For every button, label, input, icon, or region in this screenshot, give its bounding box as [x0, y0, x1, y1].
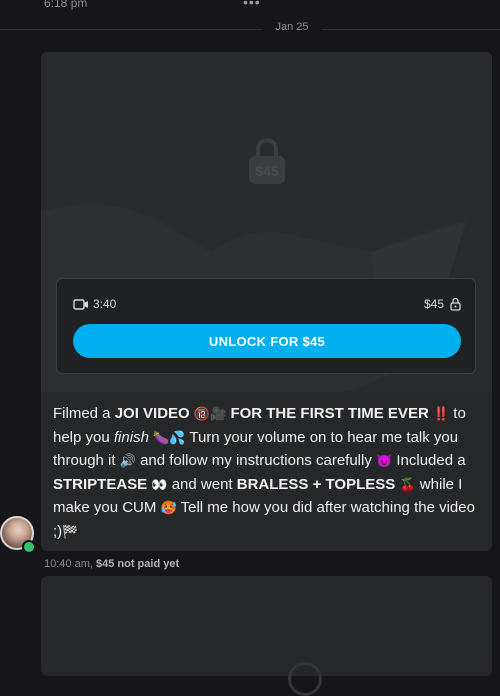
emoji-cherries: 🍒 — [399, 476, 416, 492]
date-divider: Jan 25 — [0, 20, 500, 38]
emoji-double-exclamation: ‼️ — [432, 406, 450, 421]
date-label: Jan 25 — [275, 21, 309, 33]
more-dots-icon[interactable]: ••• — [243, 0, 261, 10]
online-status-dot — [22, 540, 36, 554]
locked-media-preview[interactable]: $45 3:40 $45 UNLOCK FOR $45 — [41, 52, 492, 392]
payment-status: $45 not paid yet — [95, 558, 180, 570]
video-duration-text: 3:40 — [93, 297, 117, 311]
emoji-devil: 😈 — [376, 453, 393, 468]
video-camera-icon — [73, 298, 88, 310]
unlock-button[interactable]: UNLOCK FOR $45 — [73, 324, 461, 358]
emoji-eyes: 👀 — [151, 476, 168, 492]
emoji-hot-face: 🥵 — [160, 500, 177, 515]
divider-line-left — [0, 29, 262, 30]
price-text: $45 — [423, 297, 444, 311]
video-duration: 3:40 — [73, 297, 116, 311]
price-info: $45 — [424, 297, 461, 311]
lock-small-icon — [450, 297, 461, 311]
message-meta: 10:40 am, $45 not paid yet — [44, 558, 179, 570]
message-caption: Filmed a JOI VIDEO 🔞🎥 FOR THE FIRST TIME… — [53, 405, 475, 540]
emoji-speaker: 🔊 — [119, 453, 136, 468]
emoji-eggplant-drops: 🍆💦 — [153, 429, 186, 445]
divider-line-right — [322, 29, 500, 30]
locked-price-label: $45 — [255, 163, 279, 179]
message-time-top: 6:18 pm — [44, 0, 88, 10]
next-message-card[interactable] — [41, 576, 492, 696]
lock-icon — [288, 662, 322, 696]
locked-message-card: $45 3:40 $45 UNLOCK FOR $45 Filmed a JOI… — [41, 52, 492, 551]
emoji-checkered-flag: 🏁 — [62, 523, 79, 539]
unlock-panel: 3:40 $45 UNLOCK FOR $45 — [56, 278, 476, 374]
message-timestamp: 10:40 am, — [44, 558, 93, 570]
emoji-18-camera: 🔞🎥 — [193, 406, 227, 421]
